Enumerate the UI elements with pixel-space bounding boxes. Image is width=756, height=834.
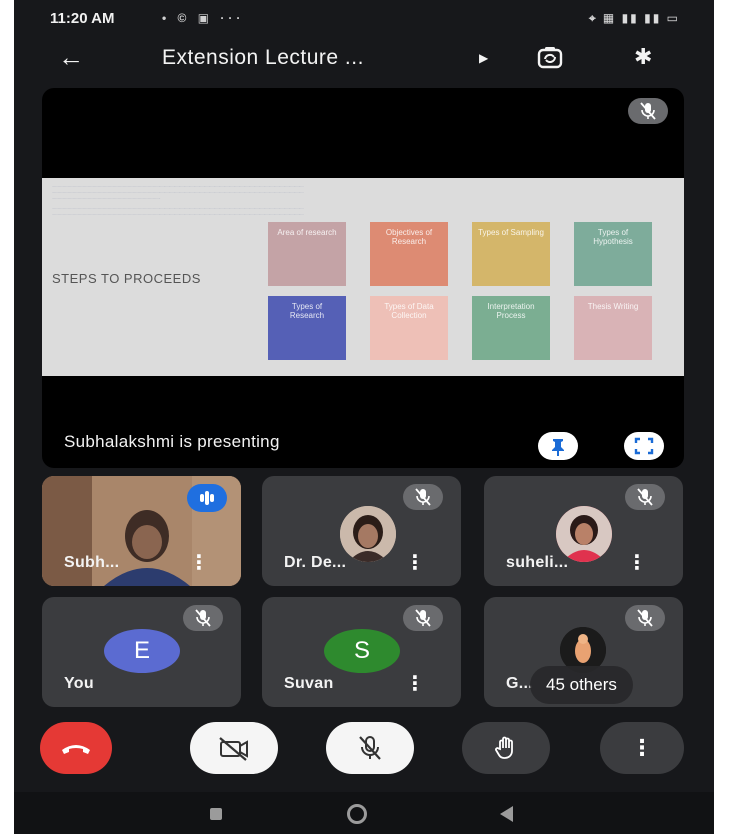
more-vertical-icon[interactable]: ⋮ <box>627 553 647 573</box>
recents-icon[interactable] <box>210 808 222 820</box>
mic-off-icon <box>359 736 381 760</box>
camera-toggle-button[interactable] <box>190 722 278 774</box>
system-navigation-bar <box>14 792 714 834</box>
mic-off-badge-icon <box>628 98 668 124</box>
presenting-caption: Subhalakshmi is presenting <box>64 432 280 451</box>
bluetooth-audio-icon[interactable]: ✱ <box>634 46 652 68</box>
more-vertical-icon[interactable]: ⋮ <box>405 674 425 694</box>
home-icon[interactable] <box>347 804 367 824</box>
more-vertical-icon: ⋮ <box>631 735 653 760</box>
slide-box: Interpretation Process <box>472 296 550 360</box>
participant-tile[interactable]: Dr. De... ⋮ <box>262 476 461 586</box>
slide-body-text: ........................................… <box>52 196 161 200</box>
participant-name: Subh... <box>64 554 120 571</box>
mic-off-badge-icon <box>625 605 665 631</box>
more-vertical-icon[interactable]: ⋮ <box>405 553 425 573</box>
back-arrow-icon[interactable]: ← <box>58 44 84 70</box>
slide-body-text: ........................................… <box>52 184 304 188</box>
participant-name: You <box>64 675 94 692</box>
participant-name: G... <box>506 675 533 692</box>
status-time: 11:20 AM <box>50 10 115 27</box>
participant-name: Suvan <box>284 675 334 692</box>
mic-off-badge-icon <box>183 605 223 631</box>
presentation-tile[interactable]: ........................................… <box>42 88 684 468</box>
more-vertical-icon[interactable]: ⋮ <box>189 553 209 573</box>
slide-body-text: ........................................… <box>52 190 304 194</box>
phone-screen: 11:20 AM • © ▣ ··· ⌖ ▦ ▮▮ ▮▮ ▭ ← Extensi… <box>14 0 714 834</box>
raise-hand-button[interactable] <box>462 722 550 774</box>
notification-icons: • © ▣ ··· <box>162 11 245 25</box>
caret-right-icon[interactable]: ▶ <box>479 51 488 65</box>
mic-off-badge-icon <box>625 484 665 510</box>
slide-box: Objectives of Research <box>370 222 448 286</box>
switch-camera-icon[interactable] <box>536 44 564 72</box>
others-count-badge[interactable]: 45 others <box>530 666 633 704</box>
camera-off-icon <box>219 737 248 761</box>
participant-initial-avatar: E <box>104 629 180 673</box>
meeting-title[interactable]: Extension Lecture ... <box>162 46 364 70</box>
microphone-toggle-button[interactable] <box>326 722 414 774</box>
participant-name: Dr. De... <box>284 554 347 571</box>
hang-up-icon <box>62 745 90 754</box>
fullscreen-icon[interactable] <box>624 432 664 460</box>
participant-tile[interactable]: S Suvan ⋮ <box>262 597 461 707</box>
slide-box: Types of Hypothesis <box>574 222 652 286</box>
system-status-icons: ⌖ ▦ ▮▮ ▮▮ ▭ <box>588 11 680 25</box>
speaking-indicator-icon <box>187 484 227 512</box>
participant-avatar <box>340 506 396 562</box>
participant-name: suheli... <box>506 554 569 571</box>
meeting-top-bar: ← Extension Lecture ... ▶ ✱ <box>14 36 714 82</box>
status-bar: 11:20 AM • © ▣ ··· ⌖ ▦ ▮▮ ▮▮ ▭ <box>14 0 714 36</box>
slide-box: Types of Research <box>268 296 346 360</box>
more-options-button[interactable]: ⋮ <box>600 722 684 774</box>
participant-tile[interactable]: suheli... ⋮ <box>484 476 683 586</box>
slide-box: Area of research <box>268 222 346 286</box>
slide-body-text: ........................................… <box>52 206 304 210</box>
pin-icon[interactable] <box>538 432 578 460</box>
shared-slide: ........................................… <box>42 178 684 376</box>
slide-heading: STEPS TO PROCEEDS <box>52 271 201 286</box>
participant-tile[interactable]: Subh... ⋮ <box>42 476 241 586</box>
slide-box: Thesis Writing <box>574 296 652 360</box>
mic-off-badge-icon <box>403 484 443 510</box>
back-triangle-icon[interactable] <box>500 806 513 822</box>
participant-tile-self[interactable]: E You <box>42 597 241 707</box>
slide-box: Types of Sampling <box>472 222 550 286</box>
slide-box: Types of Data Collection <box>370 296 448 360</box>
end-call-button[interactable] <box>40 722 112 774</box>
participant-initial-avatar: S <box>324 629 400 673</box>
mic-off-badge-icon <box>403 605 443 631</box>
slide-body-text: ........................................… <box>52 212 304 216</box>
raise-hand-icon <box>495 736 513 759</box>
